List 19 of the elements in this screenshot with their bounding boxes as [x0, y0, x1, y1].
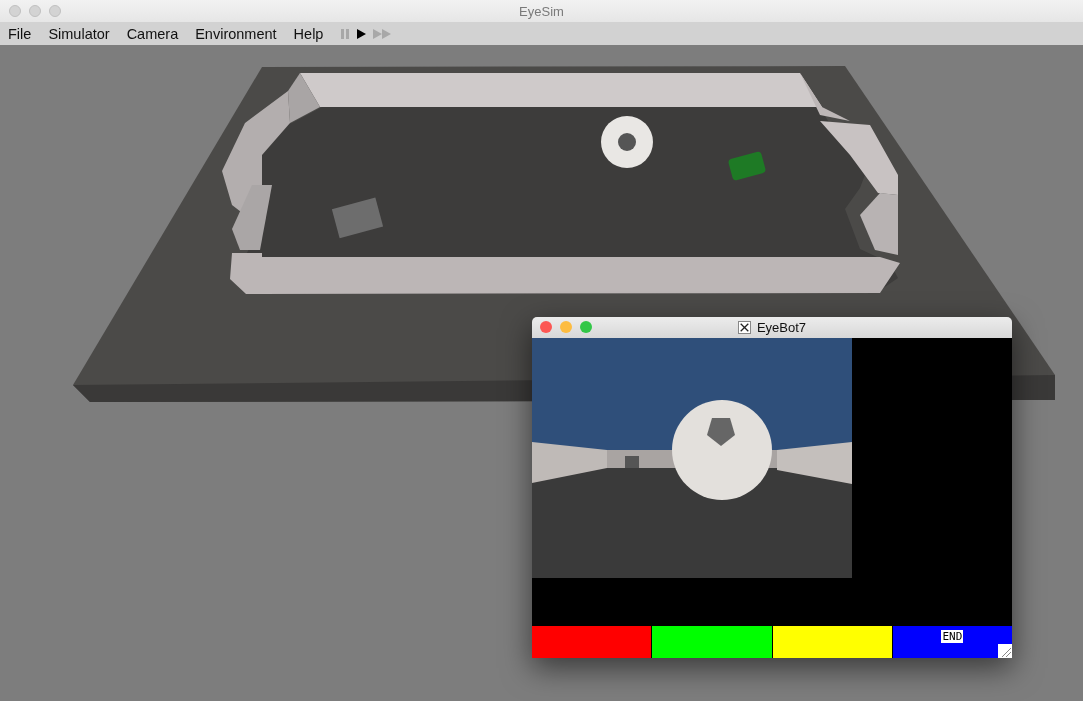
window-title: EyeBot7: [756, 320, 807, 335]
play-icon[interactable]: [356, 27, 368, 40]
window-title: EyeSim: [519, 3, 564, 19]
soft-key[interactable]: [652, 626, 772, 658]
soft-key[interactable]: END: [892, 626, 1012, 658]
soft-key[interactable]: [772, 626, 892, 658]
close-button[interactable]: [540, 321, 552, 333]
zoom-button[interactable]: [580, 321, 592, 333]
minimize-button[interactable]: [29, 5, 41, 17]
menu-item[interactable]: Help: [293, 25, 324, 42]
menu-item[interactable]: Simulator: [48, 25, 110, 42]
zoom-button[interactable]: [49, 5, 61, 17]
soft-key[interactable]: [532, 626, 652, 658]
x-window-icon: [737, 321, 751, 334]
menu-item[interactable]: Camera: [126, 25, 179, 42]
menu-item[interactable]: File: [8, 25, 32, 42]
minimize-button[interactable]: [560, 321, 572, 333]
menu-item[interactable]: Environment: [195, 25, 277, 42]
close-button[interactable]: [9, 5, 21, 17]
